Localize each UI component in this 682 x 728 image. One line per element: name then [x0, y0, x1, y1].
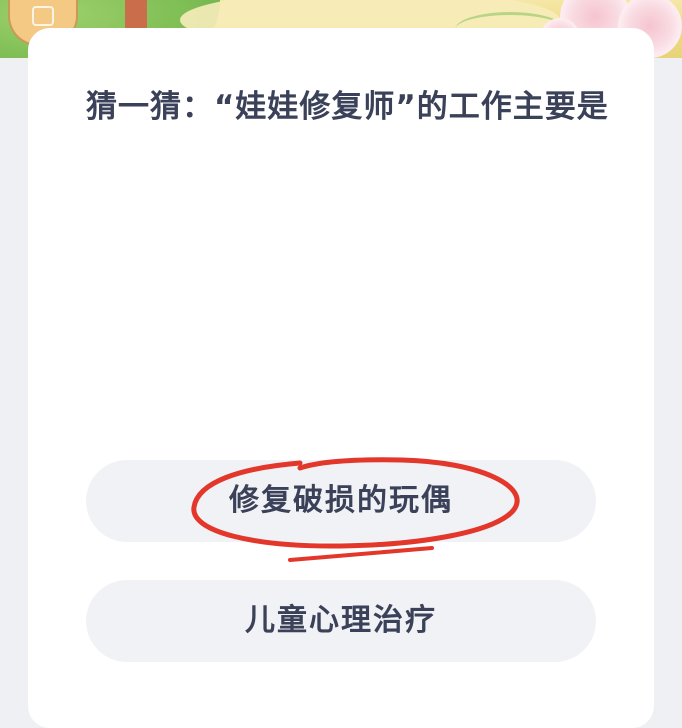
question-text: 猜一猜：“娃娃修复师”的工作主要是 — [86, 89, 609, 125]
answer-option-a-label: 修复破损的玩偶 — [229, 483, 453, 518]
question-card: 猜一猜：“娃娃修复师”的工作主要是 修复破损的玩偶 儿童心理治疗 — [28, 28, 654, 728]
backpack-badge-icon — [32, 6, 54, 26]
answer-option-a[interactable]: 修复破损的玩偶 — [86, 460, 596, 542]
answer-option-b[interactable]: 儿童心理治疗 — [86, 580, 596, 662]
answer-option-b-label: 儿童心理治疗 — [245, 603, 437, 638]
